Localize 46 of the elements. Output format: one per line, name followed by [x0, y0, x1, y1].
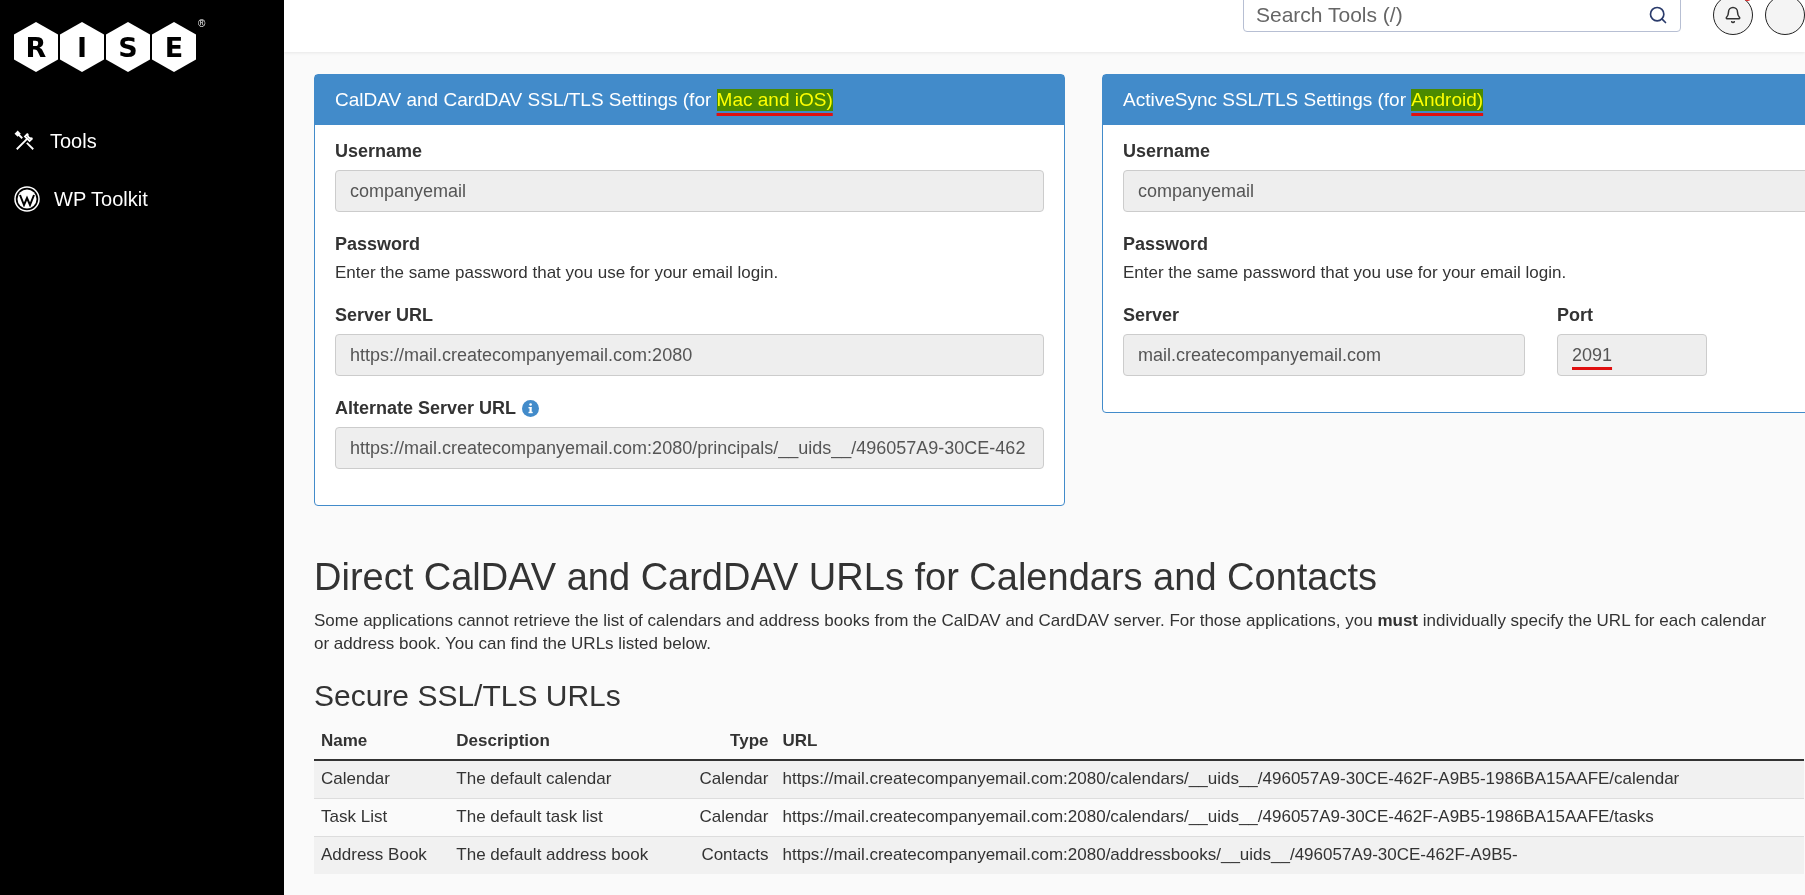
info-icon[interactable] [522, 400, 540, 417]
field-label: Username [1123, 141, 1211, 162]
field-hint: Enter the same password that you use for your email login. [1123, 263, 1568, 283]
avatar[interactable] [1765, 0, 1805, 35]
table-cell: Calendar [314, 760, 450, 798]
input-field[interactable]: companyemail [335, 170, 1044, 212]
search-placeholder: Search Tools (/) [1256, 3, 1403, 27]
field-label: Port [1557, 305, 1593, 326]
search-icon [1648, 5, 1668, 25]
field-label: Server URL [335, 305, 434, 326]
field-label: Password [335, 234, 421, 255]
input-field[interactable]: companyemail [1123, 170, 1805, 212]
table-cell: Contacts [681, 836, 776, 874]
input-field[interactable]: 2091 [1557, 334, 1707, 376]
input-field[interactable]: mail.createcompanyemail.com [1123, 334, 1525, 376]
wordpress-icon [14, 186, 40, 212]
subheading: Secure SSL/TLS URLs [314, 679, 622, 713]
notifications-button[interactable] [1713, 0, 1753, 35]
sidebar-item-label: WP Toolkit [54, 187, 148, 211]
table-cell: https://mail.createcompanyemail.com:2080/addressbooks/__uids__/496057A9-30CE-462F-A9B5- [775, 836, 1804, 874]
table-cell: The default task list [449, 798, 682, 836]
sidebar-item-label: Tools [50, 129, 97, 153]
card-title: ActiveSync SSL/TLS Settings (for Android) [1103, 75, 1805, 125]
table-cell: Calendar [681, 798, 776, 836]
sidebar-item[interactable]: Tools [14, 114, 284, 168]
table-cell: https://mail.createcompanyemail.com:2080/calendars/__uids__/496057A9-30CE-462F-A9B5-1986BA15AAFE/calendar [775, 760, 1804, 798]
card-title: CalDAV and CardDAV SSL/TLS Settings (for Mac and iOS) [315, 75, 1064, 125]
search-field[interactable]: Search Tools (/) [1243, 0, 1681, 32]
section-heading: Direct CalDAV and CardDAV URLs for Calendars and Contacts [314, 556, 1379, 599]
table-cell: https://mail.createcompanyemail.com:2080/calendars/__uids__/496057A9-30CE-462F-A9B5-1986BA15AAFE/tasks [775, 798, 1804, 836]
sidebar-item[interactable]: WP Toolkit [14, 172, 284, 226]
table-cell: Address Book [314, 836, 450, 874]
intro-paragraph: Some applications cannot retrieve the list of calendars and address books from the CalDAV and CardDAV server. For those applications, you must individually specify the URL for each calendar or address book. You can find the URLs listed below. [314, 610, 1768, 655]
table-cell: The default calendar [449, 760, 682, 798]
field-hint: Enter the same password that you use for your email login. [335, 263, 780, 283]
tools-icon [14, 130, 36, 152]
field-label: Alternate Server URL [335, 398, 517, 419]
input-field[interactable]: https://mail.createcompanyemail.com:2080 [335, 334, 1044, 376]
bell-icon [1724, 6, 1742, 24]
table-cell: Calendar [681, 760, 776, 798]
field-label: Server [1123, 305, 1180, 326]
field-label: Username [335, 141, 423, 162]
table-cell: The default address book [449, 836, 682, 874]
table-cell: Task List [314, 798, 450, 836]
field-label: Password [1123, 234, 1209, 255]
input-field[interactable]: https://mail.createcompanyemail.com:2080/principals/__uids__/496057A9-30CE-462 [335, 427, 1044, 469]
